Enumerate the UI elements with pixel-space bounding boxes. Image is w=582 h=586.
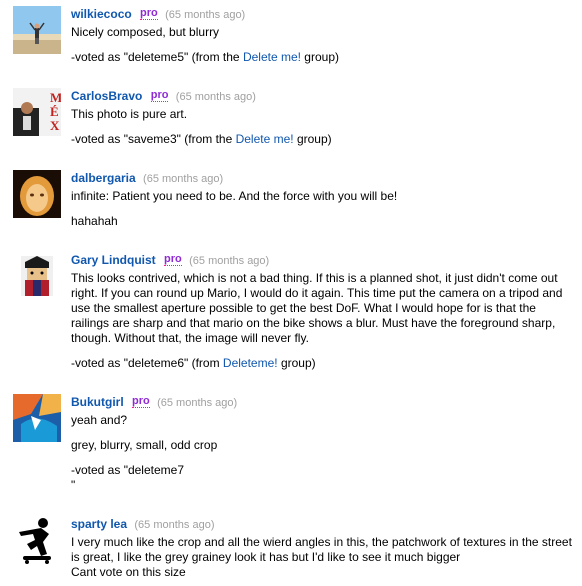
face-photo-icon (13, 170, 61, 218)
pro-badge[interactable]: pro (132, 396, 150, 408)
comment-age: (65 months ago) (189, 255, 270, 267)
abstract-photo-icon (13, 394, 61, 442)
comment-text: grey, blurry, small, odd crop (71, 438, 218, 452)
skater-silhouette-icon (13, 516, 61, 564)
comment-text: hahahah (71, 214, 118, 228)
comment-text: Cant vote on this size (71, 565, 186, 579)
comment-age: (65 months ago) (165, 9, 246, 21)
avatar-letter: X (50, 118, 60, 133)
person-photo-icon: M É X (13, 88, 61, 136)
pro-badge[interactable]: pro (164, 254, 182, 266)
avatar-carlosbravo[interactable]: M É X (13, 88, 61, 136)
avatar-sparty-lea[interactable] (13, 516, 61, 564)
vote-prefix: -voted as "saveme3" (from the (71, 132, 236, 146)
comment-text: " (71, 478, 76, 492)
pro-badge[interactable]: pro (150, 90, 169, 102)
vote-prefix: -voted as "deleteme6" (from (71, 356, 223, 370)
vote-suffix: group) (277, 356, 316, 370)
vote-suffix: group) (293, 132, 332, 146)
comment-text: This photo is pure art. (71, 107, 188, 121)
comment-age: (65 months ago) (134, 519, 215, 531)
comment-text: -voted as "deleteme7 (71, 463, 184, 477)
avatar-gary-lindquist[interactable] (13, 252, 61, 300)
comment-age: (65 months ago) (157, 397, 238, 409)
comments-list: wilkiecoco pro (65 months ago) Nicely co… (0, 0, 582, 586)
vote-prefix: -voted as "deleteme5" (from the (71, 50, 243, 64)
username-link[interactable]: CarlosBravo (71, 89, 142, 103)
vote-line: -voted as "deleteme5" (from the Delete m… (71, 50, 572, 65)
comment-text: yeah and? (71, 413, 128, 427)
comment-text: infinite: Patient you need to be. And th… (71, 189, 398, 203)
username-link[interactable]: sparty lea (71, 517, 127, 531)
beach-photo-icon (13, 6, 61, 54)
group-link[interactable]: Deleteme! (223, 356, 278, 370)
avatar-dalbergaria[interactable] (13, 170, 61, 218)
comment-text: I very much like the crop and all the wi… (71, 535, 572, 564)
comment-text: Nicely composed, but blurry (71, 25, 220, 39)
vote-suffix: group) (300, 50, 339, 64)
username-link[interactable]: dalbergaria (71, 171, 136, 185)
avatar-letter: É (50, 104, 59, 119)
comment-text: This looks contrived, which is not a bad… (71, 271, 563, 345)
comment-age: (65 months ago) (143, 173, 224, 185)
vote-line: -voted as "saveme3" (from the Delete me!… (71, 132, 572, 147)
vote-line: -voted as "deleteme6" (from Deleteme! gr… (71, 356, 572, 371)
username-link[interactable]: wilkiecoco (71, 7, 132, 21)
group-link[interactable]: Delete me! (243, 50, 301, 64)
username-link[interactable]: Bukutgirl (71, 395, 124, 409)
avatar-bukutgirl[interactable] (13, 394, 61, 442)
pro-badge[interactable]: pro (140, 8, 158, 20)
avatar-wilkiecoco[interactable] (13, 6, 61, 54)
group-link[interactable]: Delete me! (236, 132, 294, 146)
avatar-letter: M (50, 90, 61, 105)
username-link[interactable]: Gary Lindquist (71, 253, 156, 267)
comment-age: (65 months ago) (175, 91, 256, 103)
cartoon-avatar-icon (13, 252, 61, 300)
